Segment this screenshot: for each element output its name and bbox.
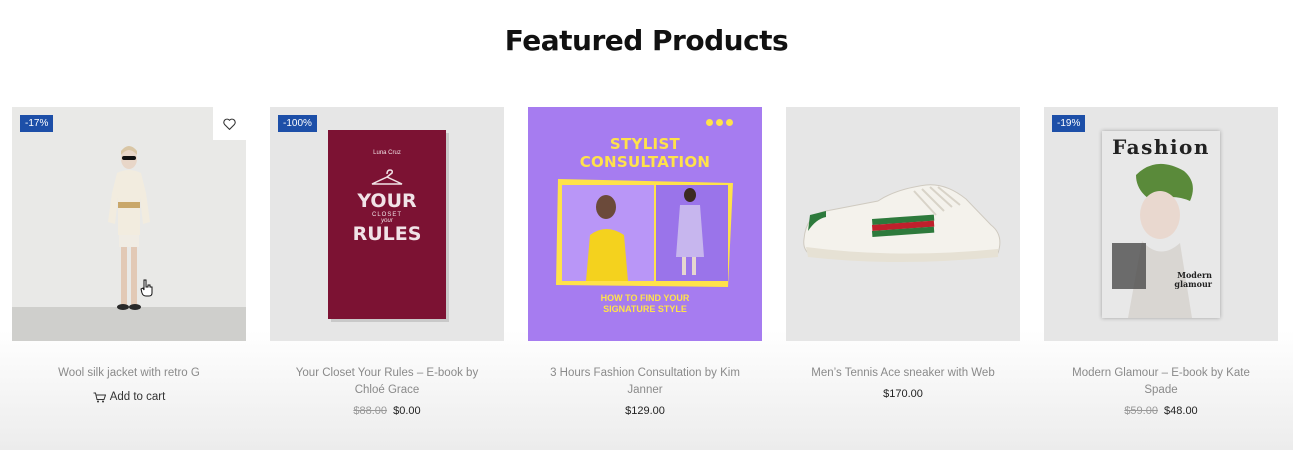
discount-badge: -19% (1052, 115, 1086, 132)
consultation-subtitle: HOW TO FIND YOUR SIGNATURE STYLE (528, 293, 762, 315)
current-price: $0.00 (393, 405, 421, 417)
section-title: Featured Products (504, 24, 789, 57)
cursor-hand-icon (140, 279, 153, 297)
product-card[interactable]: -17% Wool silk jacket with retro G Add t… (12, 107, 246, 403)
hanger-icon (371, 169, 403, 185)
wishlist-button[interactable] (213, 107, 246, 140)
consultation-subtitle-line2: SIGNATURE STYLE (603, 304, 687, 314)
product-card[interactable]: Fashion Modern glamour -19% Modern Glamo… (1044, 107, 1278, 417)
product-image[interactable] (786, 107, 1020, 341)
magazine-tag: Modern glamour (1174, 271, 1212, 289)
product-card[interactable]: STYLIST CONSULTATION HOW TO FIND YOUR SI… (528, 107, 762, 417)
old-price: $88.00 (353, 405, 388, 417)
magazine-cover: Fashion Modern glamour (1102, 131, 1220, 318)
price-row: $59.00 $48.00 (1044, 405, 1278, 417)
price-row: $170.00 (786, 388, 1020, 400)
old-price: $59.00 (1124, 405, 1158, 417)
price-row: $88.00 $0.00 (270, 405, 504, 417)
product-name[interactable]: Your Closet Your Rules – E-book by Chloé… (270, 365, 504, 399)
product-image[interactable]: -17% (12, 107, 246, 341)
add-to-cart-button[interactable]: Add to cart (12, 391, 246, 403)
product-name[interactable]: 3 Hours Fashion Consultation by Kim Jann… (528, 365, 762, 399)
discount-badge: -17% (20, 115, 54, 132)
current-price: $48.00 (1164, 405, 1198, 417)
product-card[interactable]: Men’s Tennis Ace sneaker with Web $170.0… (786, 107, 1020, 400)
product-name[interactable]: Men’s Tennis Ace sneaker with Web (786, 365, 1020, 382)
model-figure (108, 146, 150, 310)
current-price: $170.00 (883, 388, 923, 400)
add-to-cart-label: Add to cart (109, 391, 166, 403)
ebook-cover: Luna Cruz YOUR CLOSET your RULES (328, 130, 446, 319)
product-image[interactable]: Fashion Modern glamour -19% (1044, 107, 1278, 341)
product-image[interactable]: Luna Cruz YOUR CLOSET your RULES -100% (270, 107, 504, 341)
cover-line4: RULES (352, 223, 422, 245)
consultation-subtitle-line1: HOW TO FIND YOUR (600, 293, 690, 303)
magazine-tag-line2: glamour (1174, 279, 1212, 289)
sneaker-image (803, 184, 1001, 262)
cart-icon (93, 392, 106, 402)
heart-icon (223, 118, 236, 130)
discount-badge: -100% (278, 115, 317, 132)
cover-line1: YOUR (357, 190, 417, 212)
product-image[interactable]: STYLIST CONSULTATION HOW TO FIND YOUR SI… (528, 107, 762, 341)
magazine-portrait (1112, 163, 1193, 318)
product-name[interactable]: Modern Glamour – E-book by Kate Spade (1044, 365, 1278, 399)
product-name[interactable]: Wool silk jacket with retro G (12, 365, 246, 382)
current-price: $129.00 (625, 405, 665, 417)
cover-author: Luna Cruz (373, 150, 401, 156)
price-row: $129.00 (528, 405, 762, 417)
product-card[interactable]: Luna Cruz YOUR CLOSET your RULES -100% Y… (270, 107, 504, 417)
